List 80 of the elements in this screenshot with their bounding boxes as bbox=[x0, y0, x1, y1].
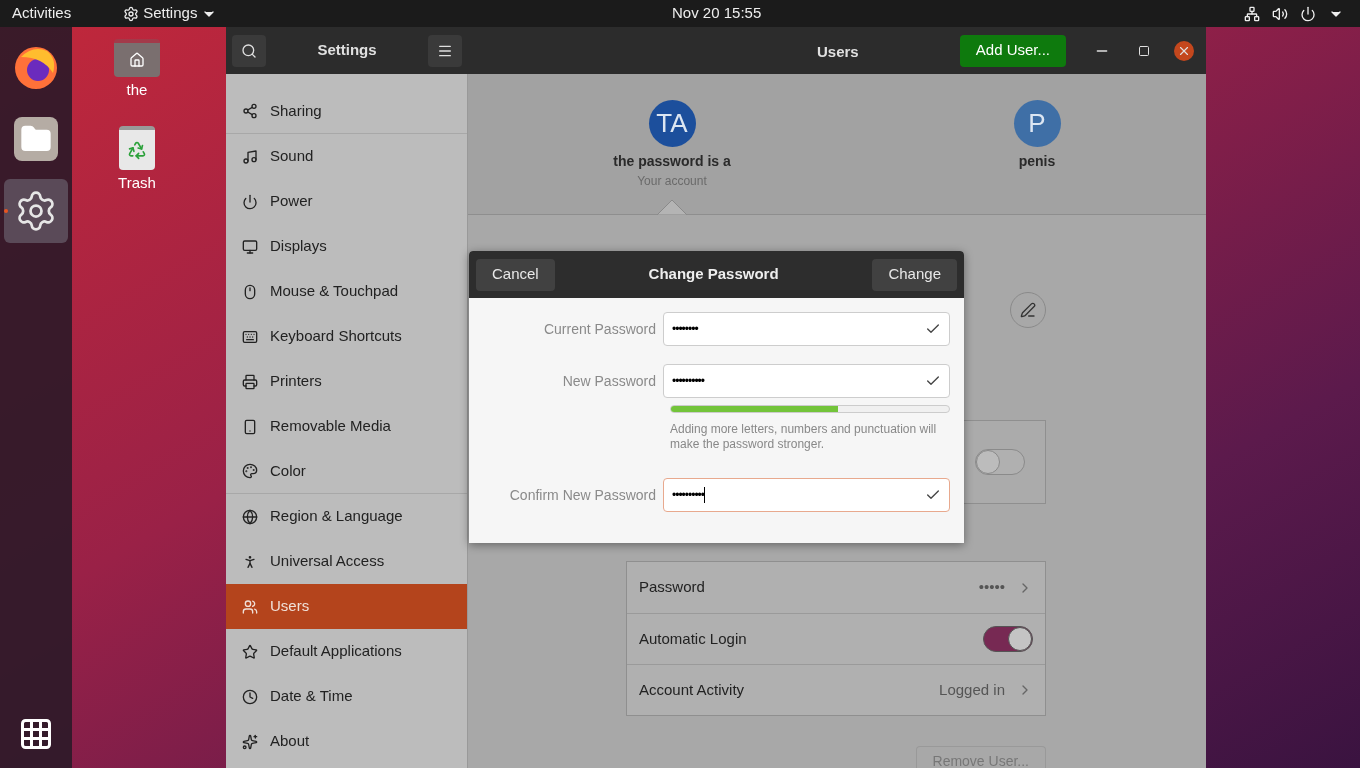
cancel-button[interactable]: Cancel bbox=[476, 258, 555, 291]
dock-item[interactable] bbox=[4, 179, 68, 243]
sidebar-item[interactable]: Color bbox=[226, 449, 467, 494]
row-value: ••••• bbox=[978, 577, 1005, 598]
sidebar-item[interactable]: Region & Language bbox=[226, 494, 467, 539]
sidebar-item[interactable]: Displays bbox=[226, 224, 467, 269]
sidebar-item-icon bbox=[242, 688, 258, 705]
dialog-title: Change Password bbox=[648, 264, 779, 285]
app-menu[interactable]: Settings bbox=[123, 2, 218, 25]
clock[interactable]: Nov 20 15:55 bbox=[672, 2, 762, 25]
list-row[interactable]: Password ••••• bbox=[627, 562, 1045, 613]
row-value: Logged in bbox=[939, 679, 1005, 700]
sidebar-item-icon bbox=[242, 238, 258, 255]
sidebar-item-icon bbox=[242, 643, 258, 660]
change-button[interactable]: Change bbox=[872, 258, 957, 291]
sidebar-item[interactable]: Removable Media bbox=[226, 404, 467, 449]
sidebar-item[interactable]: Sound bbox=[226, 134, 467, 179]
text-cursor-icon bbox=[704, 487, 705, 503]
sidebar-item-icon bbox=[242, 328, 258, 345]
network-icon[interactable] bbox=[1244, 5, 1260, 22]
sidebar-item-icon bbox=[242, 598, 258, 615]
sidebar-item[interactable]: Universal Access bbox=[226, 539, 467, 584]
password-field[interactable]: •••••••••• bbox=[663, 478, 950, 512]
search-button[interactable] bbox=[232, 34, 266, 67]
sidebar-item-icon bbox=[242, 193, 258, 210]
row-label: Automatic Login bbox=[639, 628, 747, 649]
sidebar-item[interactable]: Users bbox=[226, 584, 467, 629]
user-name: the password is a bbox=[613, 152, 731, 171]
power-icon[interactable] bbox=[1300, 5, 1316, 22]
search-icon bbox=[241, 42, 257, 59]
maximize-icon[interactable] bbox=[1138, 44, 1150, 57]
pen-icon bbox=[1020, 302, 1036, 318]
toggle-switch[interactable] bbox=[975, 449, 1025, 475]
sidebar-item[interactable]: Default Applications bbox=[226, 629, 467, 674]
sidebar-item-icon bbox=[242, 148, 258, 165]
sidebar-item[interactable]: Mouse & Touchpad bbox=[226, 269, 467, 314]
user-subtitle: Your account bbox=[637, 173, 707, 190]
volume-icon[interactable] bbox=[1272, 5, 1288, 22]
password-field[interactable]: •••••••••• bbox=[663, 364, 950, 398]
user-name: penis bbox=[1018, 152, 1056, 171]
list-row[interactable]: Account Activity Logged in bbox=[627, 664, 1045, 715]
row-label: Account Activity bbox=[639, 679, 745, 700]
row-label: Password bbox=[639, 577, 705, 598]
field-label: Current Password bbox=[542, 319, 657, 339]
activities-button[interactable]: Activities bbox=[12, 2, 72, 25]
field-label: New Password bbox=[561, 371, 657, 391]
field-label: Confirm New Password bbox=[508, 485, 657, 505]
desktop-icon-label[interactable]: Trash bbox=[118, 171, 156, 194]
list-row[interactable]: Automatic Login bbox=[627, 613, 1045, 664]
sidebar-item[interactable]: Power bbox=[226, 179, 467, 224]
sidebar-item-icon bbox=[242, 463, 258, 479]
desktop-icon-label[interactable]: the bbox=[126, 79, 148, 102]
sidebar-item-icon bbox=[242, 373, 258, 390]
gear-icon bbox=[123, 5, 140, 22]
sidebar-item-icon bbox=[242, 283, 258, 300]
app-grid-icon[interactable] bbox=[18, 716, 54, 752]
avatar: TA bbox=[648, 100, 696, 147]
menu-button[interactable] bbox=[428, 34, 462, 67]
home-folder-icon[interactable] bbox=[114, 39, 160, 77]
folder-icon bbox=[14, 117, 58, 161]
sidebar-item-icon bbox=[242, 418, 258, 435]
sidebar-item-icon bbox=[242, 553, 258, 570]
close-button[interactable] bbox=[1174, 40, 1194, 61]
password-hint: Adding more letters, numbers and punctuation will make the password stronger. bbox=[670, 422, 938, 452]
sidebar-item[interactable]: Date & Time bbox=[226, 674, 467, 719]
password-field[interactable]: •••••••• bbox=[663, 312, 950, 346]
sidebar-item[interactable]: Keyboard Shortcuts bbox=[226, 314, 467, 359]
sidebar-item-icon bbox=[242, 508, 258, 525]
sidebar-item[interactable]: About bbox=[226, 719, 467, 764]
sidebar-item[interactable]: Printers bbox=[226, 359, 467, 404]
sidebar-item-icon bbox=[242, 733, 258, 750]
sidebar-title: Settings bbox=[317, 40, 377, 61]
sidebar-item[interactable]: Sharing bbox=[226, 89, 467, 134]
avatar: P bbox=[1013, 100, 1061, 147]
toggle-switch[interactable] bbox=[983, 626, 1033, 652]
add-user-button[interactable]: Add User... bbox=[959, 34, 1066, 67]
trash-icon[interactable] bbox=[119, 125, 155, 170]
user-tile[interactable]: P penis bbox=[952, 100, 1122, 214]
sidebar-item-icon bbox=[242, 103, 258, 119]
page-title: Users bbox=[817, 42, 859, 62]
